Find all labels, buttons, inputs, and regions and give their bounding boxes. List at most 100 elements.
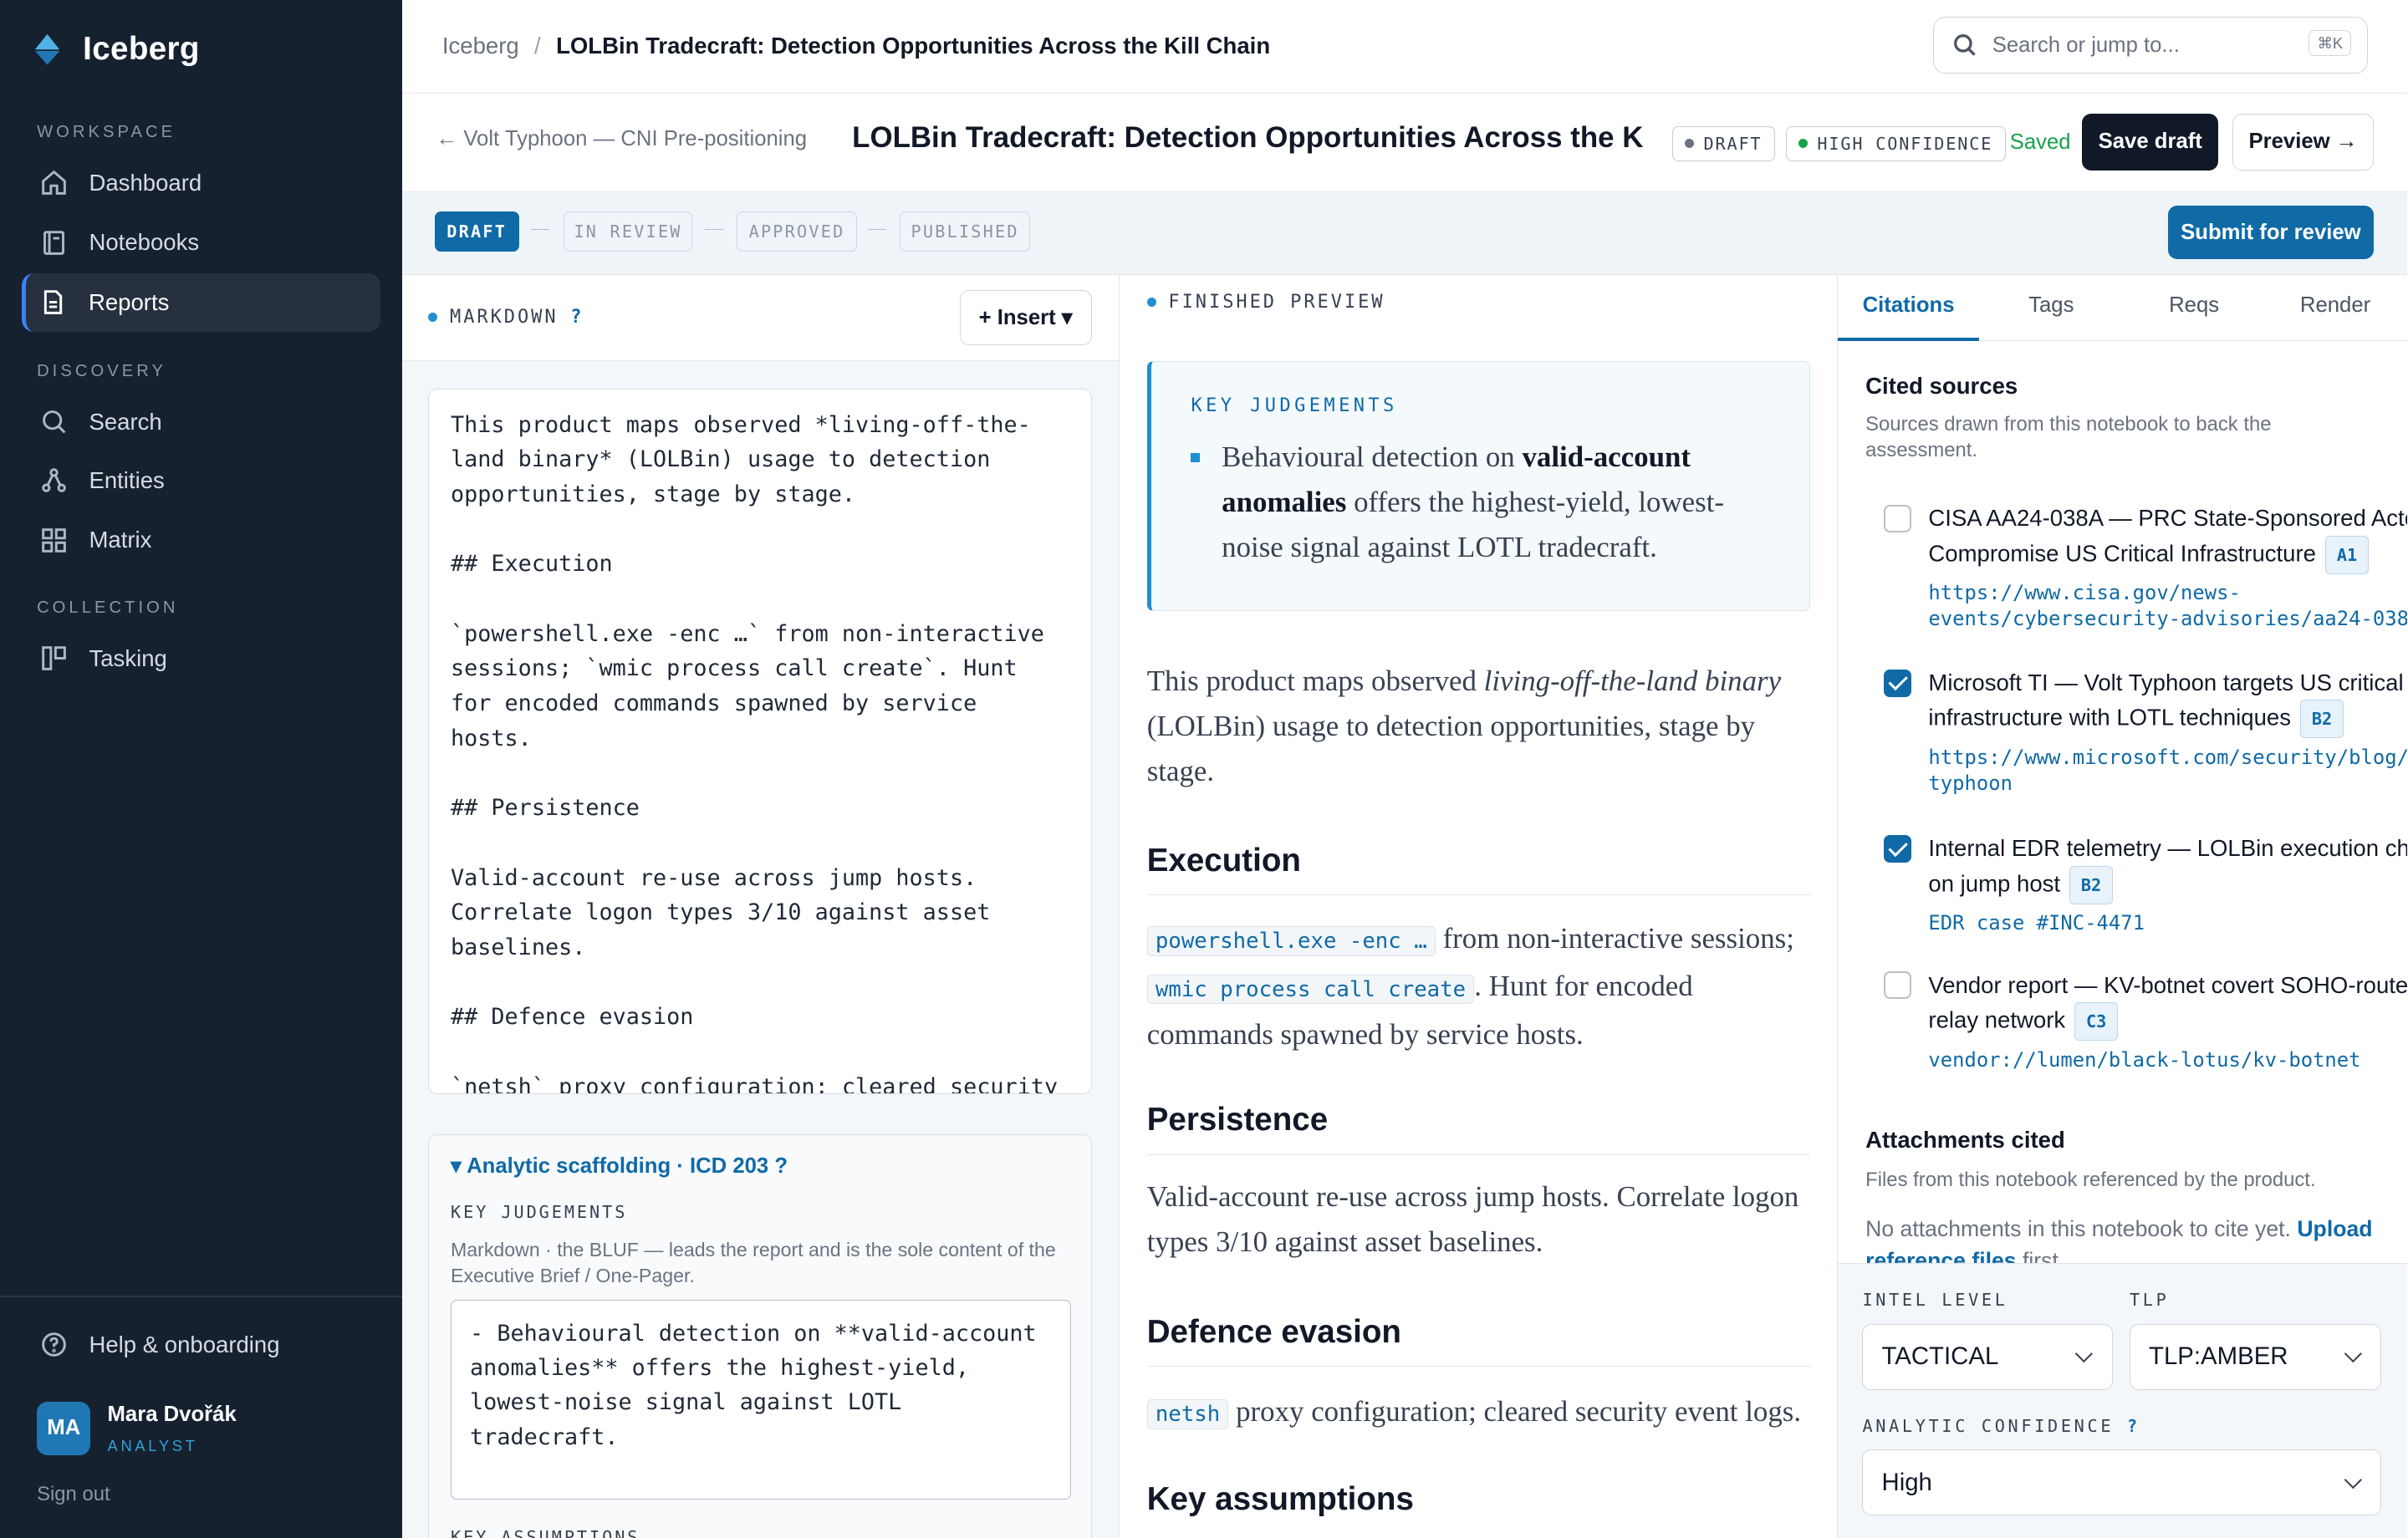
inline-code: wmic process call create — [1146, 974, 1475, 1005]
sidebar-item-notebooks[interactable]: Notebooks — [22, 213, 381, 272]
heading-key-assumptions: Key assumptions — [1146, 1481, 1414, 1518]
stage-in-review[interactable]: IN REVIEW — [563, 211, 693, 252]
confidence-text: HIGH CONFIDENCE — [1817, 133, 1993, 154]
cited-sources-subtitle: Sources drawn from this notebook to back… — [1865, 413, 2272, 462]
source-url[interactable]: https://www.microsoft.com/security/blog/… — [1928, 745, 2407, 797]
search-input[interactable]: Search or jump to... ⌘K — [1932, 17, 2368, 74]
sidebar-item-reports[interactable]: Reports — [21, 272, 381, 332]
chevron-down-icon — [2344, 1470, 2362, 1489]
finished-preview-panel: FINISHED PREVIEW KEY JUDGEMENTS Behaviou… — [1119, 274, 1839, 1538]
search-icon — [1953, 34, 1976, 57]
tab-tags[interactable]: Tags — [1981, 293, 2122, 318]
back-link[interactable]: ← Volt Typhoon — CNI Pre-positioning — [436, 127, 808, 151]
source-item[interactable]: Vendor report — KV-botnet covert SOHO-ro… — [1884, 969, 2407, 1073]
saved-indicator: Saved — [2009, 130, 2071, 155]
editor-label: MARKDOWN ? — [428, 307, 582, 328]
persistence-paragraph: Valid-account re-use across jump hosts. … — [1146, 1179, 1799, 1258]
help-icon[interactable]: ? — [2127, 1416, 2137, 1436]
preview-label-text: FINISHED PREVIEW — [1168, 291, 1385, 313]
sidebar-item-label: Matrix — [89, 527, 152, 553]
source-title: Vendor report — KV-botnet covert SOHO-ro… — [1928, 969, 2407, 1041]
key-judgements-box: KEY JUDGEMENTS Behavioural detection on … — [1146, 360, 1810, 611]
search-placeholder: Search or jump to... — [1992, 33, 2180, 57]
source-url[interactable]: https://www.cisa.gov/news- events/cybers… — [1928, 580, 2407, 632]
markdown-editor-panel: MARKDOWN ? + Insert ▾ This product maps … — [402, 274, 1120, 1538]
right-tabs: Citations Tags Reqs Render — [1838, 275, 2408, 341]
home-icon — [41, 170, 66, 195]
stage-draft[interactable]: DRAFT — [434, 211, 519, 252]
analytic-confidence-select[interactable]: High — [1862, 1449, 2382, 1516]
breadcrumb-separator: / — [534, 32, 541, 59]
scaffolding-toggle[interactable]: ▾ Analytic scaffolding · ICD 203 ? — [451, 1154, 1069, 1179]
source-item[interactable]: Microsoft TI — Volt Typhoon targets US c… — [1884, 666, 2407, 797]
help-label: Help & onboarding — [89, 1331, 280, 1357]
help-onboarding-link[interactable]: Help & onboarding — [22, 1316, 381, 1374]
sidebar-item-matrix[interactable]: Matrix — [22, 511, 381, 569]
defence-paragraph: netsh proxy configuration; cleared secur… — [1146, 1389, 1810, 1437]
sidebar-item-label: Notebooks — [89, 229, 200, 256]
chevron-down-icon — [2344, 1345, 2362, 1363]
top-bar: Iceberg / LOLBin Tradecraft: Detection O… — [402, 0, 2408, 94]
stage-published[interactable]: PUBLISHED — [900, 211, 1031, 252]
markdown-textarea[interactable]: This product maps observed *living-off-t… — [428, 388, 1092, 1095]
bullet — [1191, 452, 1201, 462]
section-discovery: DISCOVERY — [37, 362, 166, 381]
sidebar-item-entities[interactable]: Entities — [22, 451, 381, 510]
sidebar-item-label: Search — [89, 408, 162, 435]
source-title: Microsoft TI — Volt Typhoon targets US c… — [1928, 666, 2407, 739]
key-judgements-textarea[interactable]: - Behavioural detection on **valid-accou… — [451, 1300, 1071, 1500]
report-title[interactable]: LOLBin Tradecraft: Detection Opportuniti… — [852, 121, 1643, 155]
tab-citations[interactable]: Citations — [1838, 293, 1979, 318]
save-draft-button[interactable]: Save draft — [2082, 113, 2219, 171]
source-url[interactable]: vendor://lumen/black-lotus/kv-botnet — [1928, 1047, 2407, 1073]
analytic-confidence-label: ANALYTIC CONFIDENCE ? — [1862, 1416, 2138, 1437]
key-judgements-help: Markdown · the BLUF — leads the report a… — [451, 1238, 1056, 1287]
key-assumptions-label: KEY ASSUMPTIONS — [451, 1526, 640, 1538]
section-workspace: WORKSPACE — [37, 122, 176, 141]
status-badge: DRAFT — [1671, 125, 1776, 161]
heading-defence-evasion: Defence evasion — [1146, 1314, 1810, 1367]
stage-separator — [531, 228, 550, 231]
tlp-select[interactable]: TLP:AMBER — [2129, 1323, 2382, 1390]
source-item[interactable]: CISA AA24-038A — PRC State-Sponsored Act… — [1884, 502, 2407, 632]
sidebar-item-label: Reports — [88, 288, 170, 315]
source-title: CISA AA24-038A — PRC State-Sponsored Act… — [1928, 502, 2407, 574]
attachments-subtitle: Files from this notebook referenced by t… — [1865, 1168, 2316, 1191]
brand[interactable]: Iceberg — [33, 31, 199, 68]
tab-reqs[interactable]: Reqs — [2124, 293, 2265, 318]
source-url[interactable]: EDR case #INC-4471 — [1928, 910, 2407, 936]
source-checkbox[interactable] — [1884, 669, 1912, 697]
source-grade-badge: C3 — [2074, 1002, 2119, 1041]
analytic-scaffolding: ▾ Analytic scaffolding · ICD 203 ? KEY J… — [428, 1134, 1092, 1538]
tab-render[interactable]: Render — [2265, 293, 2406, 318]
sign-out-link[interactable]: Sign out — [37, 1483, 110, 1506]
sidebar-item-label: Entities — [89, 466, 165, 493]
source-checkbox[interactable] — [1884, 971, 1912, 1000]
stage-approved[interactable]: APPROVED — [737, 211, 857, 252]
sidebar-item-dashboard[interactable]: Dashboard — [22, 154, 381, 212]
heading-persistence: Persistence — [1146, 1102, 1810, 1155]
intel-level-select[interactable]: TACTICAL — [1862, 1323, 2113, 1390]
key-judgement-item: Behavioural detection on valid-account a… — [1191, 435, 1769, 571]
status-dot — [1146, 297, 1156, 307]
intel-level-value: TACTICAL — [1881, 1342, 1999, 1371]
help-icon[interactable]: ? — [570, 307, 581, 328]
help-icon — [41, 1332, 66, 1357]
sidebar-item-tasking[interactable]: Tasking — [22, 629, 381, 688]
sidebar-item-search[interactable]: Search — [22, 393, 381, 451]
active-tab-indicator — [1838, 337, 1980, 341]
source-item[interactable]: Internal EDR telemetry — LOLBin executio… — [1884, 832, 2407, 936]
submit-for-review-button[interactable]: Submit for review — [2167, 206, 2374, 260]
preview-button[interactable]: Preview → — [2232, 113, 2374, 171]
attachments-heading: Attachments cited — [1865, 1126, 2065, 1153]
search-shortcut: ⌘K — [2309, 29, 2352, 57]
report-icon — [44, 290, 63, 315]
sidebar-divider — [0, 1295, 403, 1297]
editor-header: MARKDOWN ? + Insert ▾ — [402, 274, 1119, 361]
source-checkbox[interactable] — [1884, 505, 1912, 533]
avatar[interactable]: MA — [37, 1401, 91, 1455]
status-dot — [428, 313, 438, 323]
insert-button[interactable]: + Insert ▾ — [959, 290, 1092, 346]
source-checkbox[interactable] — [1884, 834, 1912, 863]
breadcrumb-root[interactable]: Iceberg — [442, 33, 519, 59]
